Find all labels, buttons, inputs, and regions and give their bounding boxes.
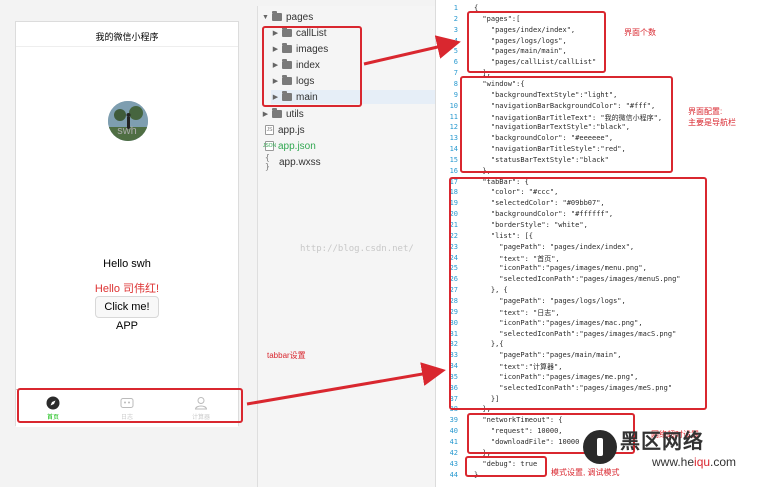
annotation-pages-count: 界面个数 — [624, 28, 656, 37]
annotation-debug: 模式设置, 调试模式 — [551, 468, 620, 477]
site-url-accent: iqu — [694, 455, 711, 469]
screenshot-root: 我的微信小程序 swh Hello swh Hello 司伟红! Click m… — [0, 0, 773, 487]
arrow-folders-to-pages — [363, 35, 461, 66]
site-logo-text: 黑区网络 — [620, 431, 704, 453]
annotation-window-config: 界面配置: — [688, 107, 723, 116]
arrow-tabbar-to-config — [246, 362, 446, 406]
site-logo-url: www.heiqu.com — [652, 455, 736, 469]
annotation-tabbar: tabbar设置 — [267, 351, 306, 360]
annotation-window-navbar: 主要是导航栏 — [688, 118, 736, 127]
site-url-suffix: .com — [710, 455, 737, 469]
annotation-arrows — [246, 35, 461, 406]
site-logo-icon — [583, 430, 617, 464]
site-url-prefix: www.he — [652, 455, 695, 469]
